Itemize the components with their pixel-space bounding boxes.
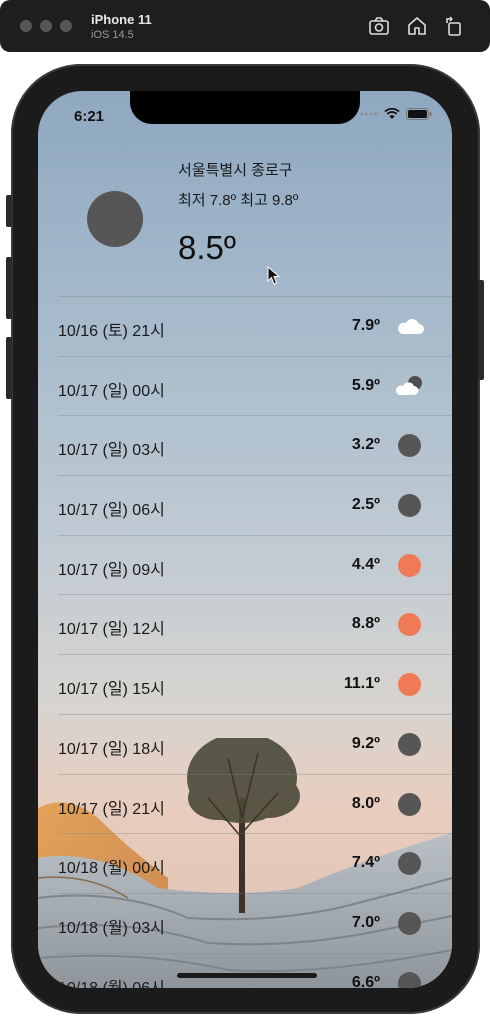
simulator-device-name: iPhone 11 [91, 12, 152, 27]
forecast-temp: 5.9º [351, 376, 380, 394]
status-time: 6:21 [74, 108, 105, 125]
forecast-row[interactable]: 10/17 (일) 00시 5.9º [58, 355, 452, 416]
zoom-window-button[interactable] [60, 20, 72, 32]
orange-circle-icon [398, 553, 422, 578]
rotate-icon[interactable] [442, 14, 466, 38]
forecast-temp: 8.8º [351, 615, 380, 633]
location-label: 서울특별시 종로구 [178, 162, 293, 179]
gray-circle-icon [398, 911, 422, 936]
cloud-icon [398, 315, 424, 339]
forecast-row[interactable]: 10/17 (일) 15시 11.1º [58, 654, 452, 714]
phone-screen: 6:21 서울특별시 종로구 최저 7.8º 최고 9.8º 8.5º 10/1… [38, 91, 452, 988]
forecast-temp: 7.4º [351, 854, 380, 872]
notch [130, 91, 360, 124]
status-icons [360, 108, 432, 120]
screenshot-camera-icon[interactable] [367, 14, 391, 38]
gray-circle-icon [398, 792, 422, 817]
orange-circle-icon [398, 613, 422, 637]
forecast-time: 10/16 (토) 21시 [58, 323, 165, 340]
wifi-icon [384, 108, 400, 119]
gray-circle-icon [398, 852, 422, 876]
home-indicator[interactable] [177, 973, 317, 978]
forecast-time: 10/18 (월) 00시 [58, 860, 165, 878]
signal-dots-icon [360, 112, 377, 116]
forecast-row[interactable]: 10/17 (일) 06시 2.5º [58, 475, 452, 535]
forecast-time: 10/17 (일) 12시 [58, 621, 165, 639]
battery-icon [406, 108, 432, 120]
forecast-time: 10/17 (일) 09시 [58, 561, 165, 579]
partly-cloudy-night-icon [396, 375, 422, 399]
minimize-window-button[interactable] [40, 20, 52, 32]
forecast-list[interactable]: 10/16 (토) 21시 7.9º 10/17 (일) 00시 5.9º 10/17 … [58, 296, 452, 988]
gray-circle-icon [398, 434, 422, 458]
volume-up-button [6, 257, 12, 319]
forecast-time: 10/17 (일) 06시 [58, 502, 165, 520]
forecast-row[interactable]: 10/17 (일) 18시 9.2º [58, 713, 452, 774]
forecast-temp: 2.5º [351, 496, 380, 514]
forecast-temp: 9.2º [351, 734, 380, 752]
orange-circle-icon [398, 673, 422, 697]
forecast-time: 10/17 (일) 03시 [58, 442, 165, 460]
home-icon[interactable] [405, 14, 429, 38]
forecast-row[interactable]: 10/17 (일) 12시 8.8º [58, 594, 452, 654]
gray-circle-icon [398, 732, 422, 757]
forecast-row[interactable]: 10/17 (일) 03시 3.2º [58, 415, 452, 475]
forecast-temp: 8.0º [351, 794, 380, 812]
mouse-cursor-icon [267, 266, 281, 285]
min-max-temp: 최저 7.8º 최고 9.8º [178, 192, 299, 209]
forecast-temp: 7.9º [351, 317, 380, 334]
forecast-temp: 6.6º [351, 973, 380, 988]
ringer-switch [6, 195, 12, 227]
current-weather-icon [87, 191, 143, 247]
forecast-row[interactable]: 10/18 (월) 00시 7.4º [58, 833, 452, 893]
power-button [478, 280, 484, 380]
forecast-row[interactable]: 10/18 (월) 03시 7.0º [58, 892, 452, 953]
forecast-temp: 4.4º [351, 555, 380, 573]
forecast-row[interactable]: 10/16 (토) 21시 7.9º [58, 296, 452, 356]
forecast-temp: 7.0º [351, 913, 380, 931]
forecast-row[interactable]: 10/17 (일) 09시 4.4º [58, 534, 452, 595]
simulator-os-version: iOS 14.5 [91, 29, 134, 41]
forecast-time: 10/17 (일) 21시 [58, 800, 165, 818]
simulator-title-bar: iPhone 11 iOS 14.5 [0, 0, 490, 52]
current-temp: 8.5º [178, 229, 236, 266]
forecast-time: 10/18 (월) 03시 [58, 919, 165, 937]
forecast-row[interactable]: 10/17 (일) 21시 8.0º [58, 773, 452, 834]
close-window-button[interactable] [20, 20, 32, 32]
forecast-row[interactable]: 10/18 (월) 06시 6.6º [58, 952, 452, 988]
forecast-temp: 11.1º [343, 675, 380, 693]
forecast-time: 10/17 (일) 15시 [58, 681, 165, 699]
gray-circle-icon [398, 494, 422, 518]
gray-circle-icon [398, 971, 422, 988]
forecast-time: 10/18 (월) 06시 [58, 974, 165, 988]
volume-down-button [6, 337, 12, 399]
forecast-time: 10/17 (일) 18시 [58, 740, 165, 758]
forecast-time: 10/17 (일) 00시 [58, 382, 165, 400]
forecast-temp: 3.2º [351, 436, 380, 454]
